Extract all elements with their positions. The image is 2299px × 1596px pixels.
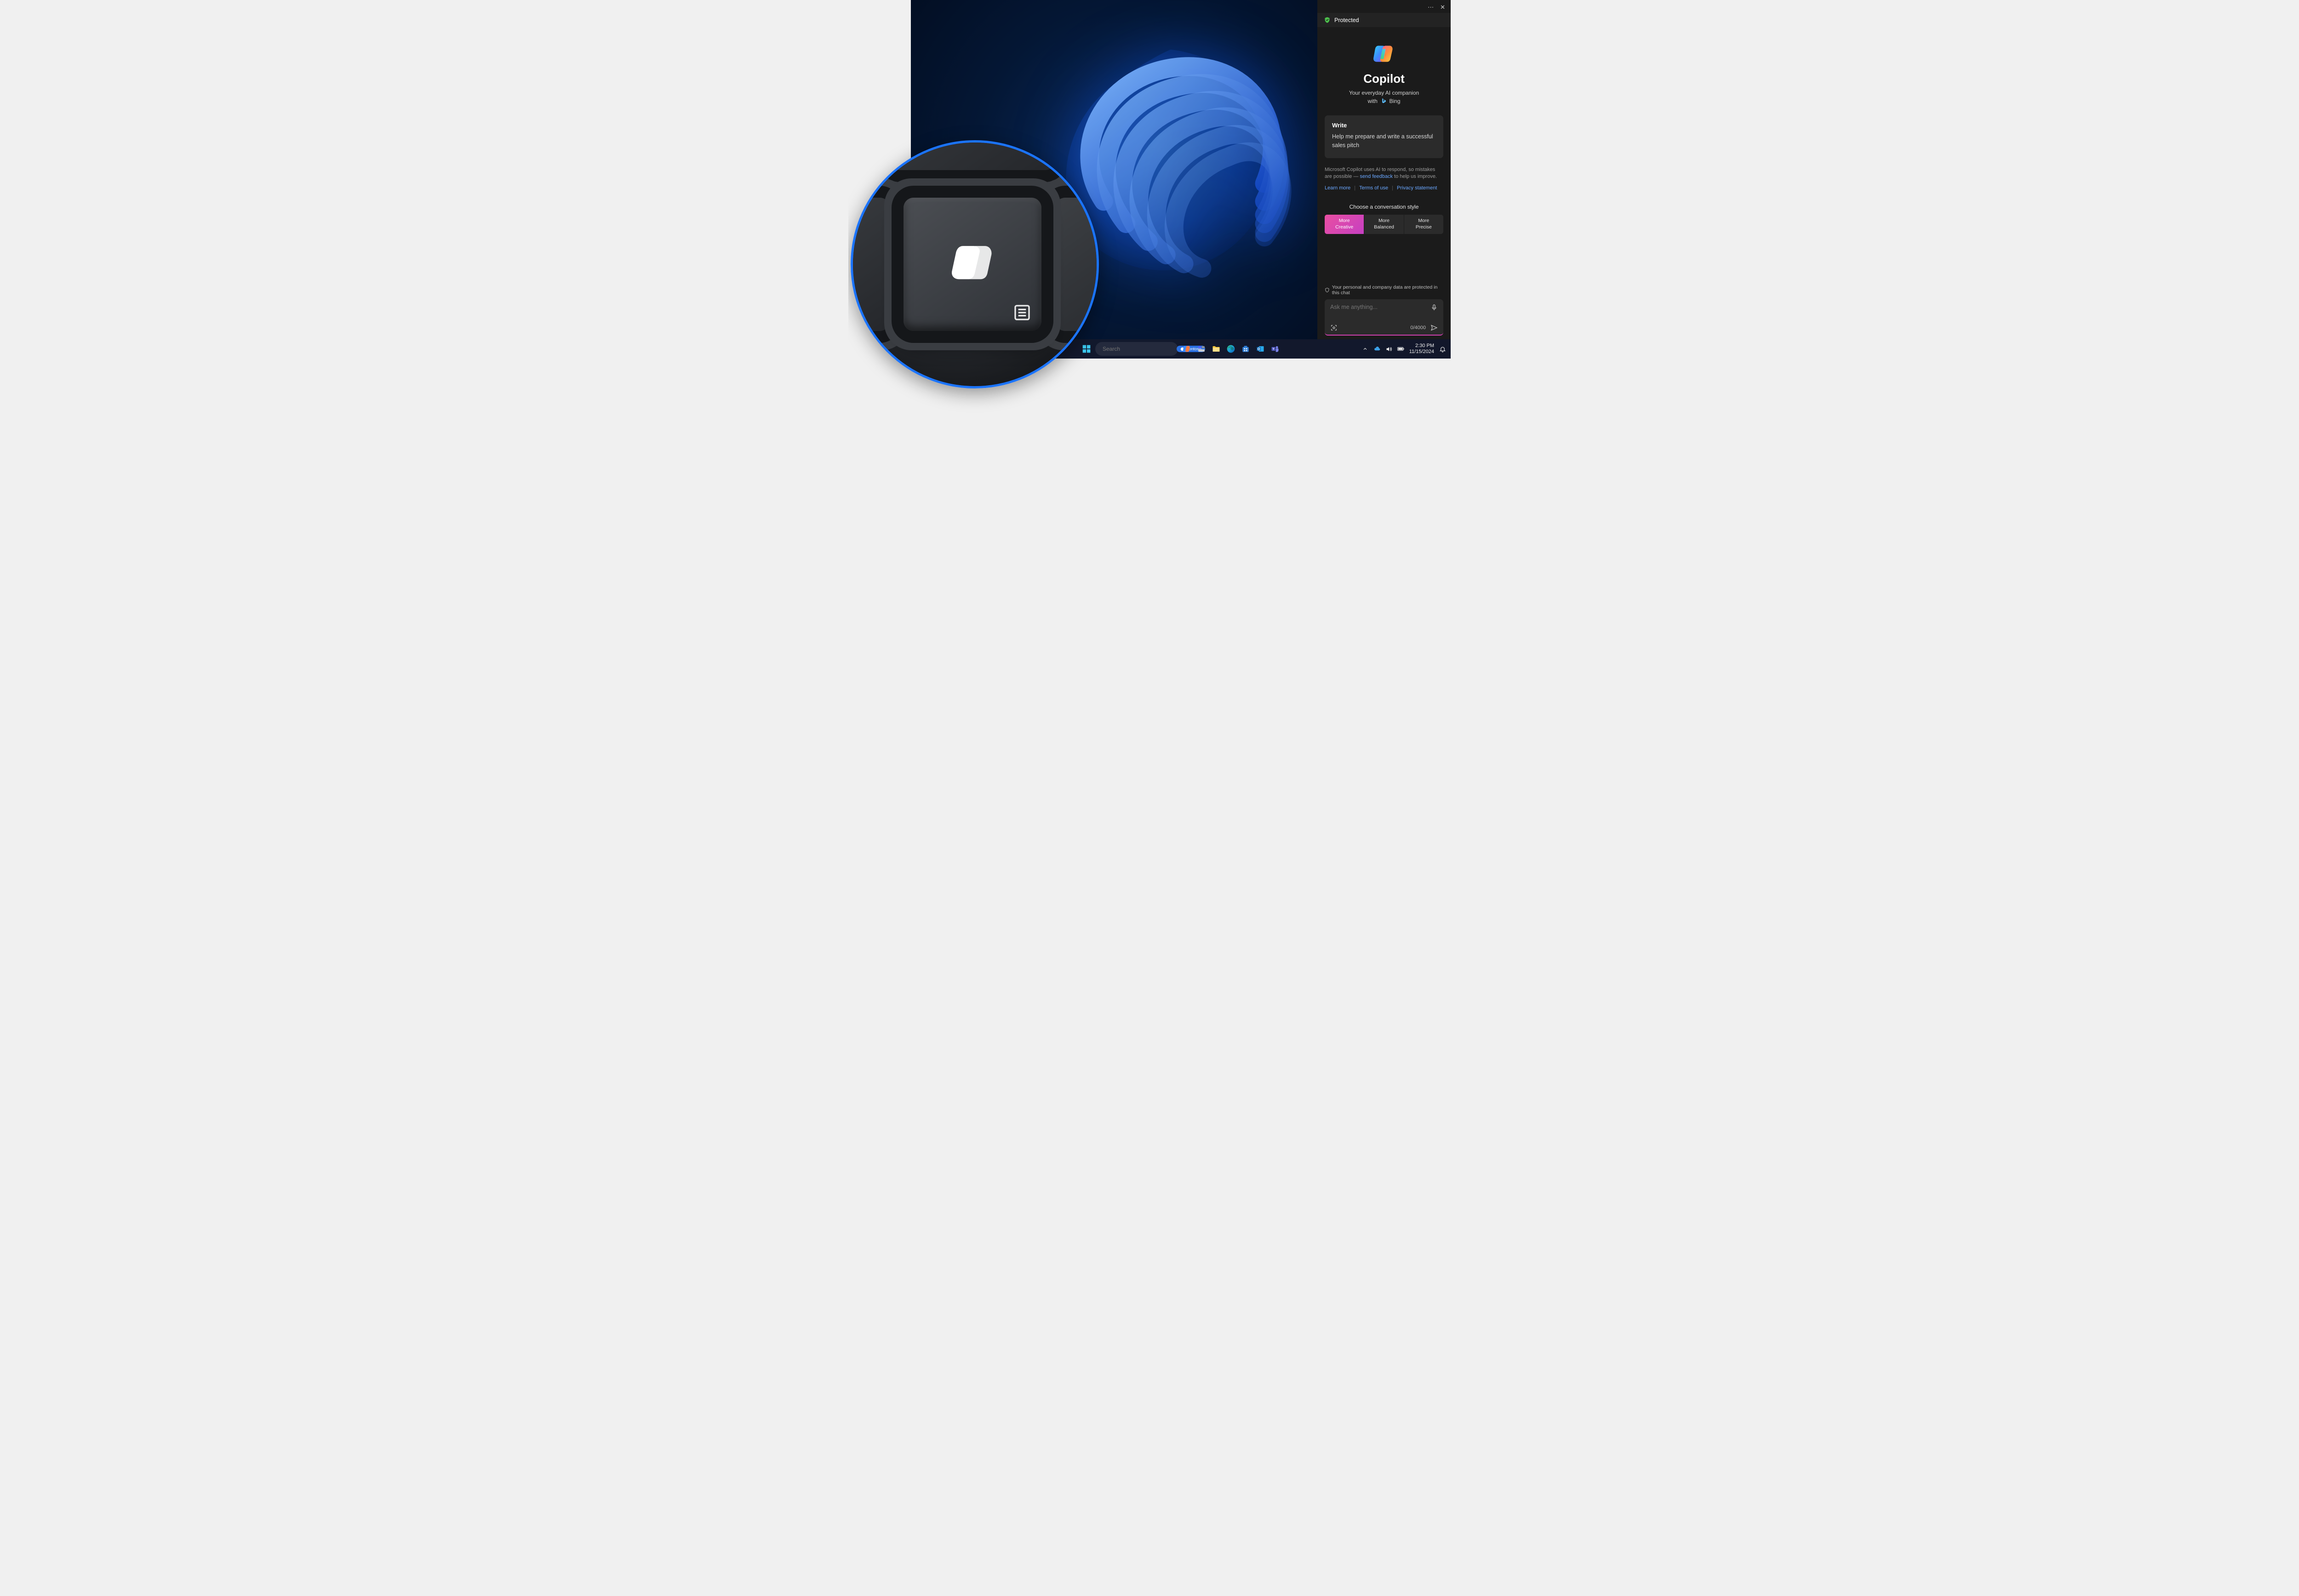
taskbar-search[interactable]: Contoso xyxy=(1095,342,1178,356)
key-neighbor xyxy=(1055,198,1099,331)
key-neighbor xyxy=(851,198,890,331)
chat-input-box: 0/4000 xyxy=(1325,299,1443,336)
screenshot-canvas: ⋯ ✕ Protected xyxy=(848,0,1451,418)
teams-icon[interactable]: T xyxy=(1269,343,1281,355)
protected-label: Protected xyxy=(1334,17,1359,23)
style-creative-button[interactable]: MoreCreative xyxy=(1325,215,1364,234)
battery-icon[interactable] xyxy=(1397,345,1405,353)
onedrive-icon[interactable] xyxy=(1373,345,1381,353)
with-prefix: with xyxy=(1367,98,1377,104)
menu-glyph-icon xyxy=(1013,303,1031,322)
send-feedback-link[interactable]: send feedback xyxy=(1360,174,1393,179)
volume-icon[interactable] xyxy=(1385,345,1393,353)
chat-input[interactable] xyxy=(1330,304,1427,310)
suggestion-card-body: Help me prepare and write a successful s… xyxy=(1332,132,1436,150)
copilot-keycap xyxy=(904,198,1041,331)
edge-icon[interactable] xyxy=(1225,343,1237,355)
copilot-key-icon xyxy=(947,237,998,287)
more-icon[interactable]: ⋯ xyxy=(1428,4,1434,11)
svg-text:T: T xyxy=(1273,348,1275,351)
copilot-subtitle: Your everyday AI companion xyxy=(1325,90,1443,96)
style-balanced-button[interactable]: MoreBalanced xyxy=(1364,215,1404,234)
char-counter: 0/4000 xyxy=(1410,325,1426,331)
clock-date: 11/15/2024 xyxy=(1409,349,1434,355)
send-icon[interactable] xyxy=(1430,324,1438,331)
separator: | xyxy=(1354,185,1355,191)
copilot-logo xyxy=(1325,33,1443,72)
protected-banner: Protected xyxy=(1317,13,1451,27)
suggestion-card-title: Write xyxy=(1332,122,1436,129)
suggestion-card-write[interactable]: Write Help me prepare and write a succes… xyxy=(1325,115,1443,158)
disclaimer-text: Microsoft Copilot uses AI to respond, so… xyxy=(1325,166,1443,181)
tray-overflow-icon[interactable] xyxy=(1361,345,1369,353)
footer-links: Learn more | Terms of use | Privacy stat… xyxy=(1325,185,1443,191)
data-protection-note: Your personal and company data are prote… xyxy=(1325,285,1443,296)
windows-icon xyxy=(1082,344,1091,353)
copilot-key-closeup xyxy=(851,140,1099,388)
data-protection-text: Your personal and company data are prote… xyxy=(1332,285,1443,296)
disclaimer-part-b: to help us improve. xyxy=(1393,174,1437,179)
shield-icon xyxy=(1324,17,1331,23)
style-precise-button[interactable]: MorePrecise xyxy=(1404,215,1443,234)
style-selector: MoreCreative MoreBalanced MorePrecise xyxy=(1325,215,1443,234)
terms-link[interactable]: Terms of use xyxy=(1359,185,1388,191)
shield-outline-icon xyxy=(1325,287,1330,293)
copilot-title: Copilot xyxy=(1325,72,1443,86)
separator: | xyxy=(1392,185,1393,191)
privacy-link[interactable]: Privacy statement xyxy=(1397,185,1437,191)
key-neighbor xyxy=(890,140,1055,170)
taskbar-clock[interactable]: 2:30 PM 11/15/2024 xyxy=(1409,343,1434,355)
microsoft-store-icon[interactable] xyxy=(1240,343,1252,355)
start-button[interactable] xyxy=(1081,343,1092,355)
outlook-icon[interactable] xyxy=(1254,343,1266,355)
taskbar-center: Contoso xyxy=(1081,342,1281,356)
copilot-sidebar: ⋯ ✕ Protected xyxy=(1317,0,1451,339)
copilot-with-line: with Bing xyxy=(1325,98,1443,104)
copilot-taskbar-icon[interactable] xyxy=(1181,343,1193,355)
copilot-titlebar: ⋯ ✕ xyxy=(1317,0,1451,13)
search-input[interactable] xyxy=(1103,346,1174,352)
bing-icon xyxy=(1381,98,1387,104)
clock-time: 2:30 PM xyxy=(1409,343,1434,349)
style-label: Choose a conversation style xyxy=(1325,204,1443,210)
task-view-icon[interactable] xyxy=(1195,343,1207,355)
file-explorer-icon[interactable] xyxy=(1210,343,1222,355)
learn-more-link[interactable]: Learn more xyxy=(1325,185,1350,191)
system-tray: 2:30 PM 11/15/2024 xyxy=(1361,343,1446,355)
copilot-main: Copilot Your everyday AI companion with … xyxy=(1317,27,1451,339)
with-brand: Bing xyxy=(1390,98,1401,104)
microphone-icon[interactable] xyxy=(1430,304,1438,311)
close-icon[interactable]: ✕ xyxy=(1440,4,1445,11)
notifications-icon[interactable] xyxy=(1439,345,1446,353)
visual-search-icon[interactable] xyxy=(1330,324,1338,331)
